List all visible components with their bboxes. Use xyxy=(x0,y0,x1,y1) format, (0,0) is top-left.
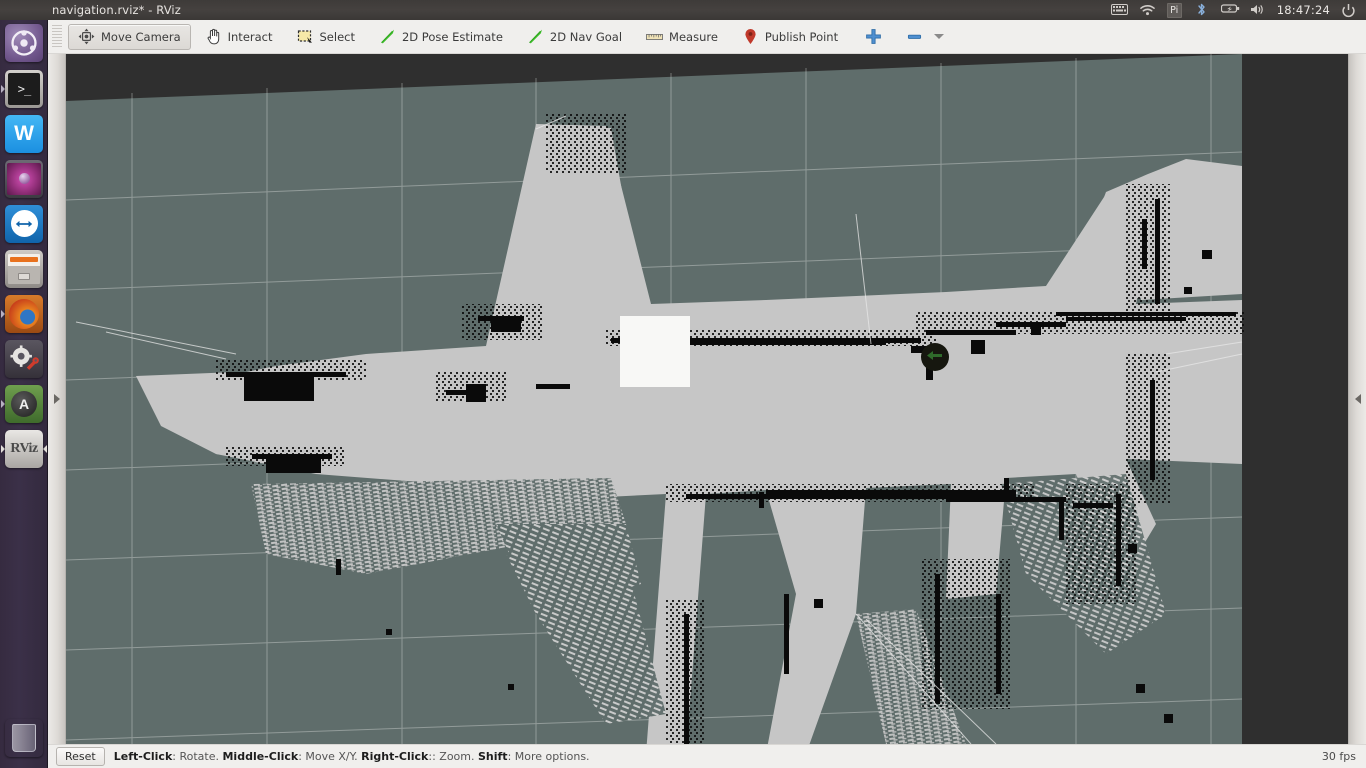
displays-panel-splitter[interactable] xyxy=(48,54,66,744)
occupancy-map-render xyxy=(66,54,1348,744)
ruler-icon xyxy=(646,28,663,45)
tool-2d-nav-goal[interactable]: 2D Nav Goal xyxy=(517,24,632,50)
media-player-icon xyxy=(5,159,43,198)
robot-pose-marker xyxy=(921,343,949,371)
render-viewport[interactable] xyxy=(66,54,1348,744)
tool-measure[interactable]: Measure xyxy=(636,24,728,50)
launcher-item-system-settings[interactable] xyxy=(0,336,48,381)
input-method-icon[interactable]: Pi xyxy=(1166,2,1182,18)
tool-interact[interactable]: Interact xyxy=(195,24,283,50)
launcher-item-files[interactable] xyxy=(0,246,48,291)
launcher-item-teamviewer[interactable] xyxy=(0,201,48,246)
firefox-icon xyxy=(5,294,43,333)
battery-icon[interactable] xyxy=(1220,3,1239,18)
remove-tool-button[interactable] xyxy=(899,24,951,50)
bluetooth-icon[interactable] xyxy=(1193,3,1210,18)
launcher-item-software-updater[interactable]: A xyxy=(0,381,48,426)
wps-glyph: W xyxy=(14,121,34,145)
files-icon xyxy=(5,249,43,288)
rviz-icon: RViz xyxy=(5,429,43,468)
hint-key: Shift xyxy=(478,750,508,763)
teamviewer-icon xyxy=(5,204,43,243)
move-camera-icon xyxy=(78,28,95,45)
views-panel-splitter[interactable] xyxy=(1348,54,1366,744)
tool-label: 2D Pose Estimate xyxy=(401,29,503,44)
rviz-window: Move Camera Interact Select 2D Pose Esti… xyxy=(48,20,1366,768)
green-arrow-icon xyxy=(527,28,544,45)
launcher-item-firefox[interactable] xyxy=(0,291,48,336)
hint-text: :: Zoom. xyxy=(428,750,475,763)
system-settings-icon xyxy=(5,339,43,378)
chevron-down-icon[interactable] xyxy=(934,34,945,39)
updater-glyph: A xyxy=(11,390,37,417)
chevron-right-icon[interactable] xyxy=(53,394,60,404)
clock[interactable]: 18:47:24 xyxy=(1277,3,1330,17)
launcher-item-terminal[interactable]: >_ xyxy=(0,66,48,111)
terminal-icon: >_ xyxy=(5,69,43,108)
tool-label: 2D Nav Goal xyxy=(549,29,623,44)
rviz-glyph: RViz xyxy=(10,440,38,456)
rviz-status-bar: Reset Left-Click: Rotate. Middle-Click: … xyxy=(48,744,1366,768)
reset-button[interactable]: Reset xyxy=(56,747,105,766)
rviz-toolbar: Move Camera Interact Select 2D Pose Esti… xyxy=(48,20,1366,54)
launcher-item-trash[interactable] xyxy=(0,715,48,760)
hint-key: Right-Click xyxy=(361,750,429,763)
launcher-item-wps-writer[interactable]: W xyxy=(0,111,48,156)
tool-label: Publish Point xyxy=(764,29,839,44)
tool-select[interactable]: Select xyxy=(287,24,365,50)
focused-indicator-icon xyxy=(43,444,47,453)
add-tool-button[interactable] xyxy=(852,24,895,50)
tool-label: Select xyxy=(319,29,355,44)
tool-label: Interact xyxy=(227,29,273,44)
select-rect-icon xyxy=(297,28,314,45)
keyboard-indicator-icon[interactable] xyxy=(1110,3,1128,18)
green-arrow-icon xyxy=(379,28,396,45)
toolbar-grip[interactable] xyxy=(52,24,62,49)
wps-writer-icon: W xyxy=(5,114,43,153)
launcher-item-ubuntu-dash[interactable] xyxy=(0,20,48,66)
hint-text: : Move X/Y. xyxy=(298,750,358,763)
launcher-item-media-player[interactable] xyxy=(0,156,48,201)
power-icon[interactable] xyxy=(1341,3,1358,18)
system-tray: Pi 18:47:24 xyxy=(1110,2,1366,18)
tool-move-camera[interactable]: Move Camera xyxy=(68,23,191,50)
launcher-item-rviz[interactable]: RViz xyxy=(0,426,48,471)
minus-icon xyxy=(906,28,923,45)
tool-label: Measure xyxy=(669,29,718,44)
volume-icon[interactable] xyxy=(1249,3,1266,18)
software-updater-icon: A xyxy=(5,384,43,423)
trash-icon xyxy=(5,719,43,757)
window-title: navigation.rviz* - RViz xyxy=(52,3,181,17)
hint-text: : Rotate. xyxy=(172,750,219,763)
tool-2d-pose-estimate[interactable]: 2D Pose Estimate xyxy=(369,24,513,50)
tool-label: Move Camera xyxy=(101,29,181,44)
hint-key: Middle-Click xyxy=(222,750,299,763)
box-marker xyxy=(620,316,690,387)
map-pin-icon xyxy=(742,28,759,45)
mouse-hints: Left-Click: Rotate. Middle-Click: Move X… xyxy=(114,750,590,763)
tool-publish-point[interactable]: Publish Point xyxy=(732,24,848,50)
unity-top-panel: navigation.rviz* - RViz Pi 18:47:24 xyxy=(0,0,1366,20)
ubuntu-logo-icon xyxy=(5,24,43,62)
fps-counter: 30 fps xyxy=(1321,750,1356,763)
rviz-center-area xyxy=(48,54,1366,744)
terminal-prompt-label: >_ xyxy=(8,72,40,105)
unity-launcher: >_ W A RViz xyxy=(0,20,48,768)
screen: navigation.rviz* - RViz Pi 18:47:24 >_ W… xyxy=(0,0,1366,768)
plus-icon xyxy=(865,28,882,45)
hand-cursor-icon xyxy=(205,28,222,45)
hint-key: Left-Click xyxy=(113,750,173,763)
chevron-left-icon[interactable] xyxy=(1354,394,1361,404)
wifi-icon[interactable] xyxy=(1139,3,1156,18)
hint-text: : More options. xyxy=(507,750,590,763)
